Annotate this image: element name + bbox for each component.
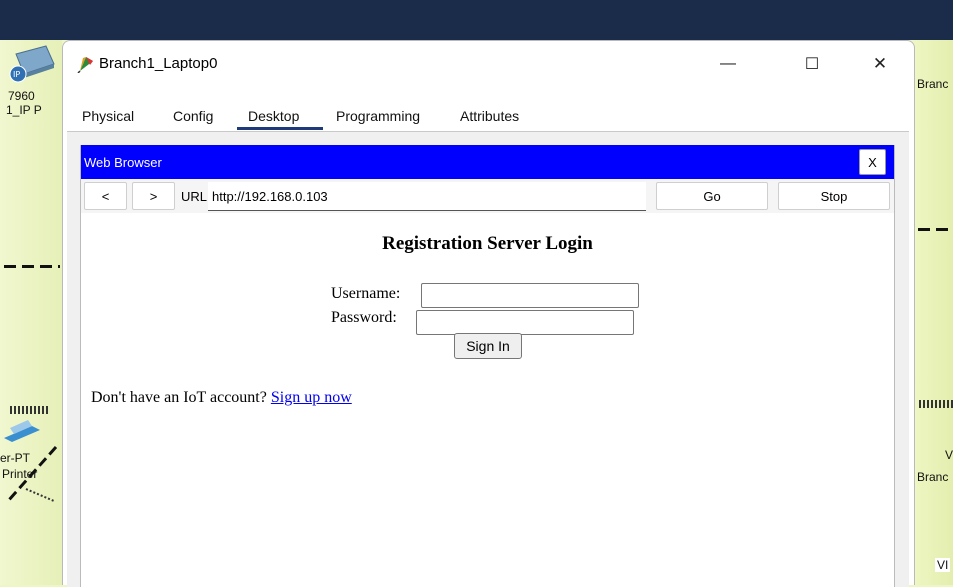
link-line	[6, 446, 58, 502]
web-page: Registration Server Login Username: Pass…	[81, 213, 894, 587]
workspace-label: V	[945, 448, 953, 462]
go-button[interactable]: Go	[656, 182, 768, 210]
signup-prompt: Don't have an IoT account?	[91, 389, 267, 406]
link-line	[918, 228, 953, 231]
window-titlebar[interactable]: Branch1_Laptop0 — ☐ ✕	[63, 41, 914, 91]
forward-icon: >	[149, 188, 158, 204]
ip-phone-icon[interactable]: IP	[6, 44, 56, 84]
desktop-panel: Web Browser X < > URL Go Stop	[67, 131, 909, 587]
signup-prompt-line: Don't have an IoT account? Sign up now	[91, 389, 352, 407]
username-label: Username:	[331, 285, 401, 302]
url-input[interactable]	[208, 182, 646, 211]
workspace-label: VI	[935, 558, 951, 572]
tab-attributes[interactable]: Attributes	[460, 108, 519, 124]
maximize-button[interactable]: ☐	[790, 49, 834, 79]
password-input[interactable]	[416, 310, 634, 335]
workspace-left: IP 7960 1_IP P er-PT Printer	[0, 40, 62, 585]
username-input[interactable]	[421, 283, 639, 308]
web-browser-window: Web Browser X < > URL Go Stop	[80, 145, 895, 587]
sign-up-link[interactable]: Sign up now	[271, 389, 352, 406]
url-label: URL	[181, 189, 208, 204]
port-ticks	[919, 400, 953, 408]
stop-button[interactable]: Stop	[778, 182, 890, 210]
close-button[interactable]: ✕	[858, 49, 902, 79]
workspace-label: 7960	[8, 89, 35, 103]
browser-titlebar: Web Browser X	[81, 145, 894, 179]
tab-programming[interactable]: Programming	[336, 108, 420, 124]
go-button-label: Go	[703, 188, 721, 204]
tab-bar: Physical Config Desktop Programming Attr…	[67, 101, 545, 131]
workspace-right: Branc V Branc VI	[915, 40, 953, 585]
browser-close-button[interactable]: X	[859, 149, 886, 175]
maximize-icon: ☐	[804, 56, 820, 73]
minimize-icon: —	[720, 55, 736, 72]
device-window: Branch1_Laptop0 — ☐ ✕ Physical Config De…	[62, 40, 915, 587]
tab-physical[interactable]: Physical	[82, 108, 134, 124]
stop-button-label: Stop	[820, 188, 848, 204]
minimize-button[interactable]: —	[706, 49, 750, 79]
link-line	[4, 265, 60, 268]
svg-text:IP: IP	[13, 70, 20, 79]
back-icon: <	[101, 188, 110, 204]
printer-icon[interactable]	[2, 416, 42, 446]
workspace-label: Branc	[917, 77, 949, 91]
sign-in-button[interactable]: Sign In	[454, 333, 522, 359]
close-icon: X	[868, 154, 877, 170]
page-title: Registration Server Login	[382, 233, 593, 254]
forward-button[interactable]: >	[132, 182, 175, 210]
password-label: Password:	[331, 309, 397, 326]
active-tab-indicator	[237, 127, 323, 130]
window-title: Branch1_Laptop0	[99, 55, 218, 72]
workspace-label: 1_IP P	[6, 103, 42, 117]
tab-desktop[interactable]: Desktop	[248, 108, 299, 124]
workspace-label: Branc	[917, 470, 949, 484]
browser-nav-bar: < > URL Go Stop	[81, 179, 894, 213]
packet-tracer-icon	[77, 57, 93, 73]
port-ticks	[10, 406, 50, 414]
browser-title: Web Browser	[84, 155, 162, 170]
tab-config[interactable]: Config	[173, 108, 213, 124]
back-button[interactable]: <	[84, 182, 127, 210]
close-icon: ✕	[872, 54, 888, 73]
desktop-top-bar	[0, 0, 953, 40]
